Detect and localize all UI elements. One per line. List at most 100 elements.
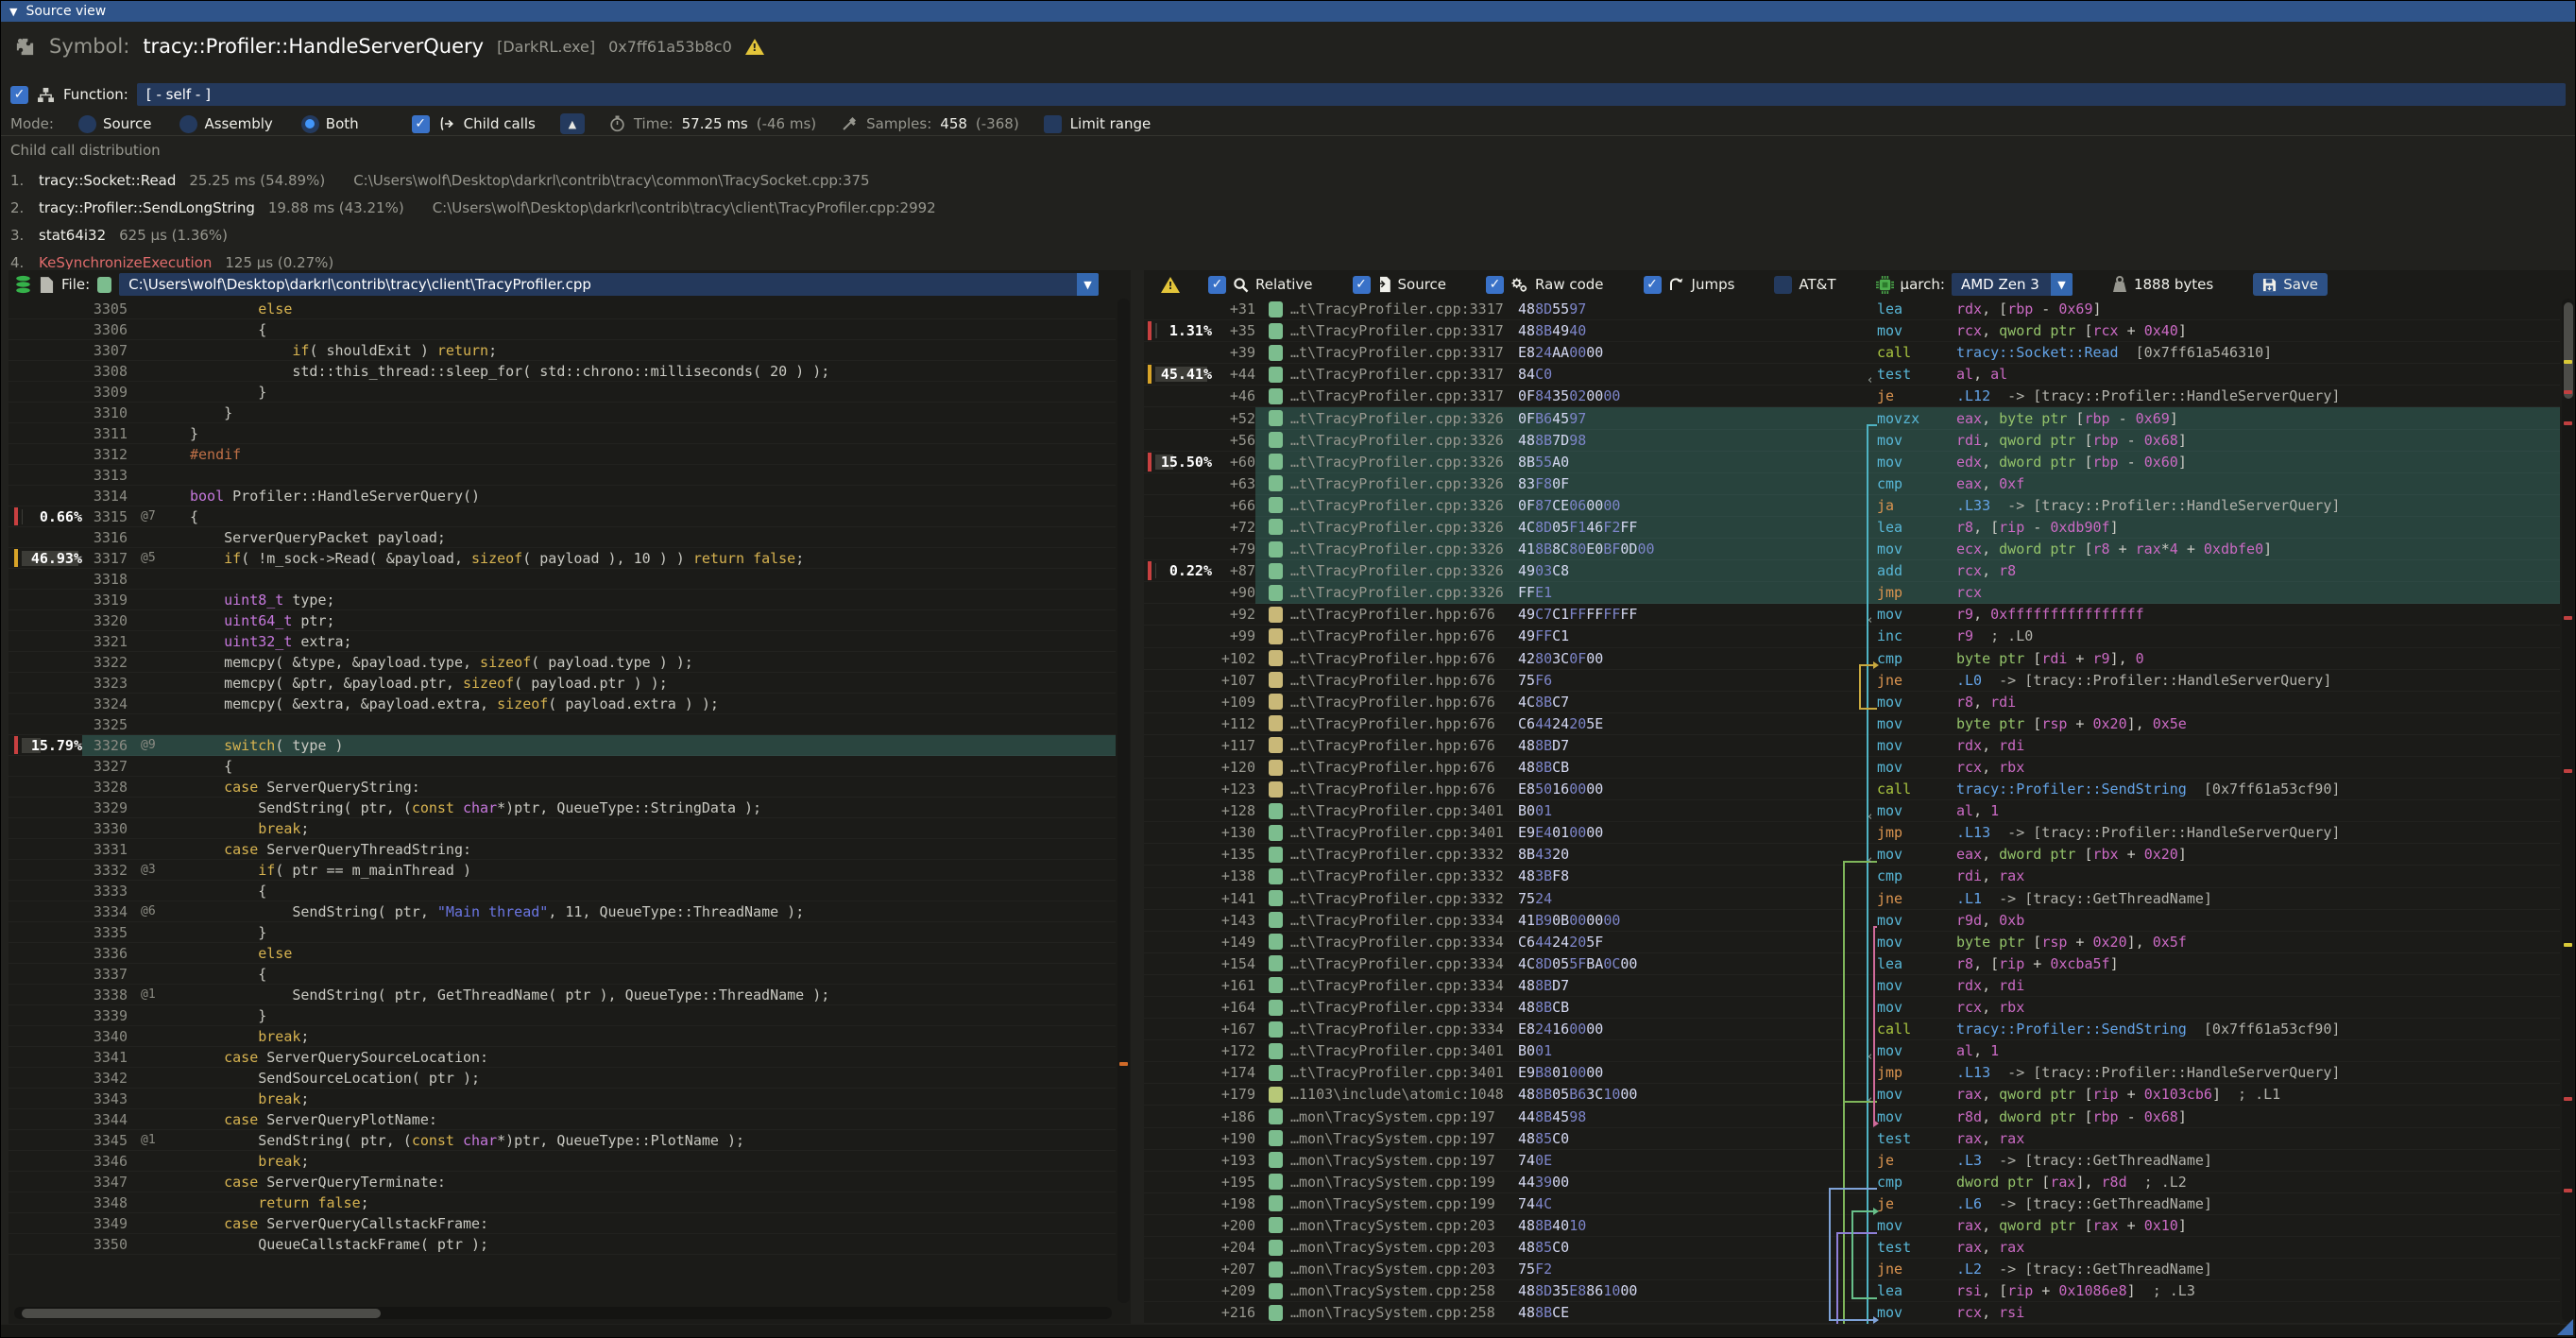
source-line[interactable]: 3314bool Profiler::HandleServerQuery() xyxy=(9,486,1116,506)
source-location[interactable]: …t\TracyProfiler.hpp:676 xyxy=(1290,759,1512,776)
line-number[interactable]: 3327 xyxy=(82,758,128,775)
line-number[interactable]: 3339 xyxy=(82,1007,128,1024)
line-number[interactable]: 3336 xyxy=(82,945,128,962)
collapse-icon[interactable]: ▼ xyxy=(9,6,17,18)
source-location[interactable]: …mon\TracySystem.cpp:197 xyxy=(1290,1108,1512,1125)
child-call-name[interactable]: KeSynchronizeExecution xyxy=(39,254,212,269)
line-number[interactable]: 3318 xyxy=(82,571,128,588)
assembly-row[interactable]: +39…t\TracyProfiler.cpp:3317E824AA0000ca… xyxy=(1144,342,2560,364)
source-location[interactable]: …mon\TracySystem.cpp:199 xyxy=(1290,1195,1512,1212)
assembly-row[interactable]: +200…mon\TracySystem.cpp:203488B4010movr… xyxy=(1144,1215,2560,1237)
assembly-row[interactable]: +109…t\TracyProfiler.hpp:6764C8BC7movr8,… xyxy=(1144,692,2560,713)
source-location[interactable]: …t\TracyProfiler.hpp:676 xyxy=(1290,650,1512,667)
line-number[interactable]: 3328 xyxy=(82,779,128,796)
save-button[interactable]: Save xyxy=(2253,273,2328,296)
line-number[interactable]: 3331 xyxy=(82,841,128,858)
source-line[interactable]: 3348 return false; xyxy=(9,1192,1116,1213)
line-number[interactable]: 3305 xyxy=(82,300,128,317)
source-location[interactable]: …t\TracyProfiler.cpp:3326 xyxy=(1290,432,1512,449)
source-line[interactable]: 3341 case ServerQuerySourceLocation: xyxy=(9,1047,1116,1068)
child-call-name[interactable]: stat64i32 xyxy=(39,227,106,244)
source-checkbox[interactable] xyxy=(1353,276,1371,294)
line-number[interactable]: 3337 xyxy=(82,966,128,983)
radio-icon[interactable] xyxy=(78,115,96,133)
source-location[interactable]: …t\TracyProfiler.cpp:3317 xyxy=(1290,300,1512,317)
source-location[interactable]: …t\TracyProfiler.cpp:3317 xyxy=(1290,322,1512,339)
line-number[interactable]: 3314 xyxy=(82,488,128,505)
line-number[interactable]: 3335 xyxy=(82,924,128,941)
line-number[interactable]: 3329 xyxy=(82,799,128,816)
assembly-row[interactable]: 1.31%+35…t\TracyProfiler.cpp:3317488B494… xyxy=(1144,320,2560,342)
source-line[interactable]: 3344 case ServerQueryPlotName: xyxy=(9,1109,1116,1130)
child-call-row[interactable]: 2.tracy::Profiler::SendLongString19.88 m… xyxy=(10,196,936,220)
source-location[interactable]: …t\TracyProfiler.cpp:3326 xyxy=(1290,519,1512,536)
source-line[interactable]: 3320 uint64_t ptr; xyxy=(9,610,1116,631)
relative-checkbox[interactable] xyxy=(1208,276,1226,294)
assembly-row[interactable]: +204…mon\TracySystem.cpp:2034885C0testra… xyxy=(1144,1237,2560,1259)
line-number[interactable]: 3316 xyxy=(82,529,128,546)
assembly-row[interactable]: +79…t\TracyProfiler.cpp:3326418B8C80E0BF… xyxy=(1144,539,2560,560)
source-line[interactable]: 3332@3 if( ptr == m_mainThread ) xyxy=(9,860,1116,881)
source-line[interactable]: 3310 } xyxy=(9,403,1116,423)
child-calls-checkbox[interactable] xyxy=(412,115,430,133)
assembly-row[interactable]: +154…t\TracyProfiler.cpp:33344C8D055FBA0… xyxy=(1144,953,2560,975)
line-number[interactable]: 3306 xyxy=(82,321,128,338)
source-line[interactable]: 3347 case ServerQueryTerminate: xyxy=(9,1172,1116,1192)
line-number[interactable]: 3322 xyxy=(82,654,128,671)
mode-radio-both[interactable]: Both xyxy=(301,115,359,133)
child-call-name[interactable]: tracy::Profiler::SendLongString xyxy=(39,199,255,216)
line-number[interactable]: 3324 xyxy=(82,695,128,712)
source-line[interactable]: 3336 else xyxy=(9,943,1116,964)
assembly-row[interactable]: 0.22%+87…t\TracyProfiler.cpp:33264903C8a… xyxy=(1144,560,2560,582)
line-number[interactable]: 3334 xyxy=(82,903,128,920)
assembly-row[interactable]: +135…t\TracyProfiler.cpp:33328B4320movea… xyxy=(1144,844,2560,866)
source-line[interactable]: 3349 case ServerQueryCallstackFrame: xyxy=(9,1213,1116,1234)
source-line[interactable]: 3322 memcpy( &type, &payload.type, sizeo… xyxy=(9,652,1116,673)
source-line[interactable]: 3331 case ServerQueryThreadString: xyxy=(9,839,1116,860)
assembly-row[interactable]: +161…t\TracyProfiler.cpp:3334488BD7movrd… xyxy=(1144,975,2560,997)
source-location[interactable]: …t\TracyProfiler.cpp:3334 xyxy=(1290,1021,1512,1038)
source-location[interactable]: …t\TracyProfiler.hpp:676 xyxy=(1290,780,1512,798)
assembly-row[interactable]: +90…t\TracyProfiler.cpp:3326FFE1jmprcx xyxy=(1144,582,2560,604)
window-titlebar[interactable]: ▼ Source view xyxy=(1,1,2575,22)
source-location[interactable]: …t\TracyProfiler.cpp:3326 xyxy=(1290,562,1512,579)
source-line[interactable]: 3329 SendString( ptr, (const char*)ptr, … xyxy=(9,798,1116,818)
source-line[interactable]: 3328 case ServerQueryString: xyxy=(9,777,1116,798)
source-location[interactable]: …t\TracyProfiler.cpp:3326 xyxy=(1290,497,1512,514)
source-line[interactable]: 3325 xyxy=(9,714,1116,735)
line-number[interactable]: 3349 xyxy=(82,1215,128,1232)
source-line[interactable]: 3337 { xyxy=(9,964,1116,985)
chevron-down-icon[interactable]: ▼ xyxy=(2051,273,2073,296)
source-location[interactable]: …t\TracyProfiler.cpp:3401 xyxy=(1290,1042,1512,1059)
source-location[interactable]: …t\TracyProfiler.hpp:676 xyxy=(1290,672,1512,689)
mode-radio-source[interactable]: Source xyxy=(78,115,152,133)
source-line[interactable]: 3305 else xyxy=(9,299,1116,319)
limit-range-checkbox[interactable] xyxy=(1044,115,1062,133)
source-line[interactable]: 46.93%3317@5 if( !m_sock->Read( &payload… xyxy=(9,548,1116,569)
line-number[interactable]: 3308 xyxy=(82,363,128,380)
assembly-row[interactable]: +46…t\TracyProfiler.cpp:33170F8435020000… xyxy=(1144,386,2560,407)
assembly-row[interactable]: +190…mon\TracySystem.cpp:1974885C0testra… xyxy=(1144,1128,2560,1150)
line-number[interactable]: 3341 xyxy=(82,1049,128,1066)
assembly-row[interactable]: +141…t\TracyProfiler.cpp:33327524jne.L1 … xyxy=(1144,888,2560,910)
source-location[interactable]: …t\TracyProfiler.cpp:3334 xyxy=(1290,912,1512,929)
source-line[interactable]: 3350 QueueCallstackFrame( ptr ); xyxy=(9,1234,1116,1255)
source-location[interactable]: …t\TracyProfiler.cpp:3334 xyxy=(1290,999,1512,1016)
assembly-row[interactable]: +174…t\TracyProfiler.cpp:3401E9B8010000j… xyxy=(1144,1062,2560,1084)
line-number[interactable]: 3321 xyxy=(82,633,128,650)
source-location[interactable]: …mon\TracySystem.cpp:197 xyxy=(1290,1152,1512,1169)
source-location[interactable]: …t\TracyProfiler.cpp:3334 xyxy=(1290,934,1512,951)
assembly-row[interactable]: +117…t\TracyProfiler.hpp:676488BD7movrdx… xyxy=(1144,735,2560,757)
assembly-row[interactable]: +128…t\TracyProfiler.cpp:3401B001moval, … xyxy=(1144,800,2560,822)
line-number[interactable]: 3312 xyxy=(82,446,128,463)
source-location[interactable]: …t\TracyProfiler.hpp:676 xyxy=(1290,606,1512,623)
source-location[interactable]: …t\TracyProfiler.hpp:676 xyxy=(1290,694,1512,711)
assembly-row[interactable]: +143…t\TracyProfiler.cpp:333441B90B00000… xyxy=(1144,910,2560,932)
source-location[interactable]: …mon\TracySystem.cpp:258 xyxy=(1290,1304,1512,1321)
assembly-row[interactable]: +193…mon\TracySystem.cpp:197740Eje.L3 ->… xyxy=(1144,1150,2560,1172)
assembly-row[interactable]: +149…t\TracyProfiler.cpp:3334C64424205Fm… xyxy=(1144,932,2560,953)
assembly-row[interactable]: +172…t\TracyProfiler.cpp:3401B001moval, … xyxy=(1144,1040,2560,1062)
source-line[interactable]: 3342 SendSourceLocation( ptr ); xyxy=(9,1068,1116,1089)
propagate-up-button[interactable]: ▲ xyxy=(560,113,585,134)
assembly-row[interactable]: 45.41%+44…t\TracyProfiler.cpp:331784C0te… xyxy=(1144,364,2560,386)
